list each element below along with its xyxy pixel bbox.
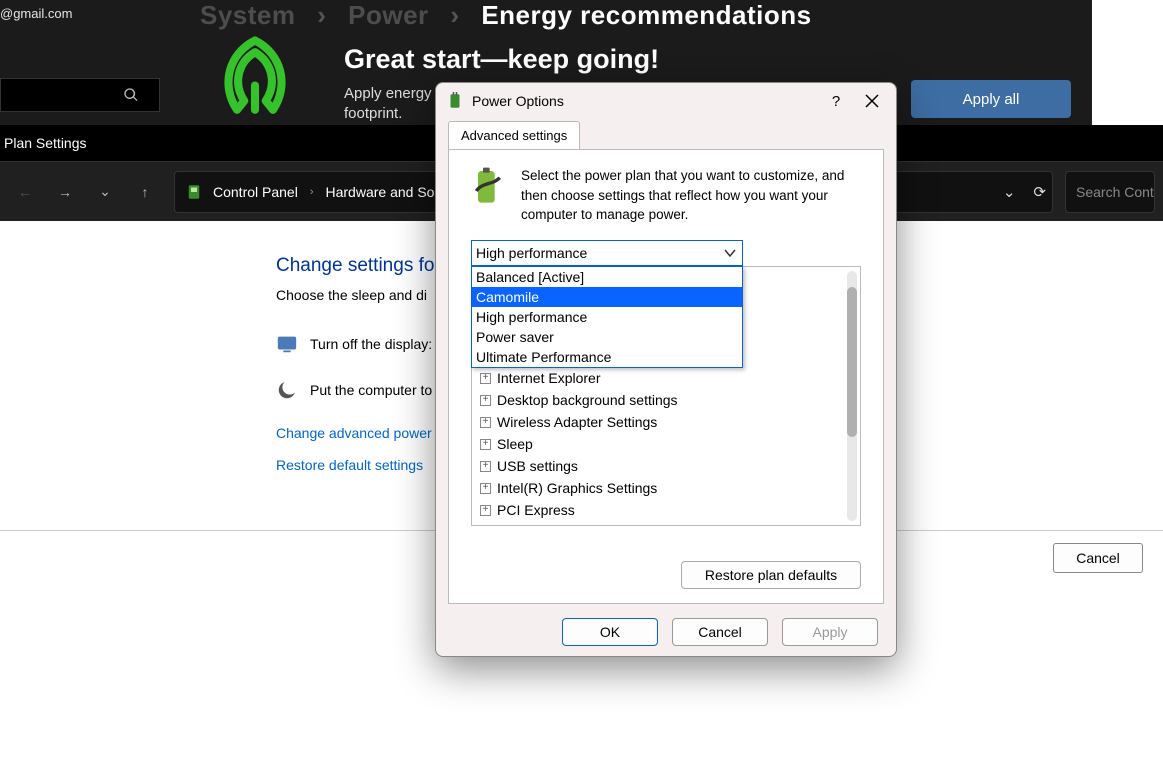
expand-icon[interactable]: +	[480, 505, 491, 516]
select-value: High performance	[476, 245, 587, 261]
battery-icon	[471, 166, 505, 206]
apply-all-button[interactable]: Apply all	[911, 80, 1071, 118]
close-icon	[865, 94, 879, 108]
nav-recent-button[interactable]: ⌄	[88, 175, 122, 209]
plan-option-high-perf[interactable]: High performance	[472, 307, 742, 327]
ok-button[interactable]: OK	[562, 618, 658, 646]
close-button[interactable]	[858, 87, 886, 115]
help-button[interactable]: ?	[822, 87, 850, 115]
dialog-instructions: Select the power plan that you want to c…	[521, 166, 865, 225]
account-email: @gmail.com	[0, 6, 72, 21]
explorer-search[interactable]: Search Cont	[1065, 171, 1155, 213]
search-placeholder: Search Cont	[1076, 184, 1154, 200]
power-plan-icon	[185, 183, 203, 201]
apply-button[interactable]: Apply	[782, 618, 878, 646]
expand-icon[interactable]: +	[480, 395, 491, 406]
restore-plan-defaults-button[interactable]: Restore plan defaults	[681, 561, 861, 589]
chevron-right-icon: ›	[317, 0, 326, 30]
address-history-button[interactable]: ⌄	[1003, 183, 1016, 201]
settings-breadcrumb: System › Power › Energy recommendations	[200, 0, 812, 31]
crumb-energy: Energy recommendations	[481, 0, 811, 30]
window-edge	[1091, 0, 1163, 125]
tree-item[interactable]: +Wireless Adapter Settings	[480, 411, 842, 433]
plan-option-ultimate[interactable]: Ultimate Performance	[472, 347, 742, 367]
crumb-power[interactable]: Power	[348, 0, 429, 30]
tree-item[interactable]: +PCI Express	[480, 499, 842, 521]
plan-option-power-saver[interactable]: Power saver	[472, 327, 742, 347]
energy-headline: Great start—keep going!	[344, 44, 659, 75]
chevron-right-icon[interactable]: ›	[310, 186, 314, 198]
plan-option-camomile[interactable]: Camomile	[472, 287, 742, 307]
tab-advanced-settings[interactable]: Advanced settings	[448, 121, 580, 149]
chevron-right-icon: ›	[450, 0, 459, 30]
row-label: Turn off the display:	[310, 336, 432, 352]
expand-icon[interactable]: +	[480, 439, 491, 450]
plan-option-balanced[interactable]: Balanced [Active]	[472, 267, 742, 287]
search-icon	[123, 87, 139, 103]
settings-search[interactable]	[0, 78, 160, 112]
power-plan-dropdown[interactable]: Balanced [Active] Camomile High performa…	[471, 266, 743, 368]
dialog-title: Power Options	[472, 93, 814, 109]
tree-item[interactable]: +Sleep	[480, 433, 842, 455]
refresh-button[interactable]: ⟳	[1033, 183, 1046, 201]
tree-item[interactable]: +Desktop background settings	[480, 389, 842, 411]
power-options-icon	[446, 92, 464, 110]
chevron-down-icon	[724, 247, 736, 259]
nav-back-button[interactable]: ←	[8, 175, 42, 209]
expand-icon[interactable]: +	[480, 461, 491, 472]
tree-item[interactable]: +Internet Explorer	[480, 367, 842, 389]
expand-icon[interactable]: +	[480, 483, 491, 494]
tree-item[interactable]: +Intel(R) Graphics Settings	[480, 477, 842, 499]
expand-icon[interactable]: +	[480, 373, 491, 384]
scrollbar-thumb[interactable]	[847, 287, 857, 437]
crumb-system[interactable]: System	[200, 0, 296, 30]
power-options-dialog: Power Options ? Advanced settings Select…	[435, 82, 897, 657]
cancel-button[interactable]: Cancel	[672, 618, 768, 646]
address-part-control-panel[interactable]: Control Panel	[213, 184, 298, 200]
power-plan-select[interactable]: High performance	[471, 240, 743, 266]
row-label: Put the computer to	[310, 382, 432, 398]
expand-icon[interactable]: +	[480, 417, 491, 428]
nav-forward-button[interactable]: →	[48, 175, 82, 209]
display-icon	[276, 333, 298, 355]
tree-item[interactable]: +USB settings	[480, 455, 842, 477]
plan-settings-label: Plan Settings	[4, 135, 87, 151]
cancel-button[interactable]: Cancel	[1053, 543, 1143, 573]
tree-item[interactable]: +Display	[480, 521, 842, 525]
nav-up-button[interactable]: ↑	[128, 175, 162, 209]
leaf-icon	[210, 36, 300, 126]
moon-icon	[276, 379, 298, 401]
